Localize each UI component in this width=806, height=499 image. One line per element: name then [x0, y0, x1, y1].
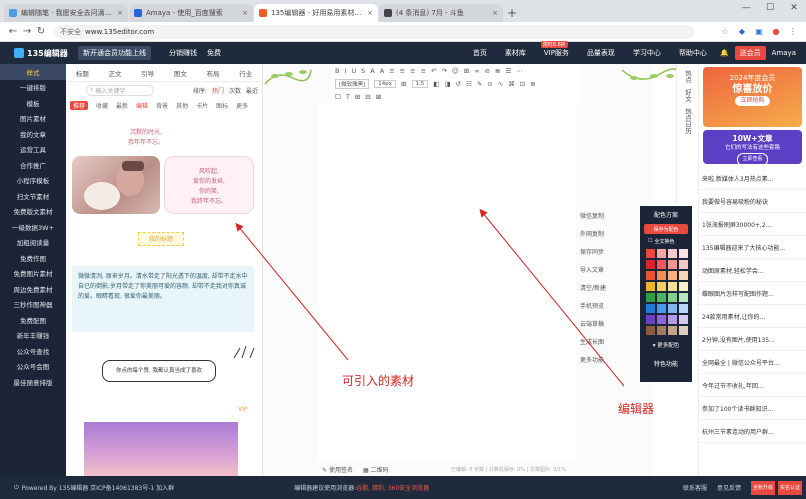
footer-copyright: Powered By 135编辑器 京ICP备14061383号-1 加入群	[21, 485, 175, 492]
annotation-arrows	[235, 208, 625, 387]
feedback-link[interactable]: 意见反馈	[717, 483, 741, 492]
verified-badge: 实名认证	[778, 480, 802, 495]
editor-annotation: 编辑器	[618, 402, 655, 416]
bottom-status-bar: ⏻ Powered By 135编辑器 京ICP备14061383号-1 加入群 …	[0, 476, 806, 499]
materials-annotation: 可引入的素材	[342, 374, 415, 388]
recommended-browsers[interactable]: 谷歌, 猎豹, 360安全浏览器	[356, 485, 429, 492]
contact-support-link[interactable]: 联系客服	[683, 483, 707, 492]
upgrade-badge: 全新升级	[751, 480, 775, 495]
power-icon: ⏻	[14, 483, 19, 491]
